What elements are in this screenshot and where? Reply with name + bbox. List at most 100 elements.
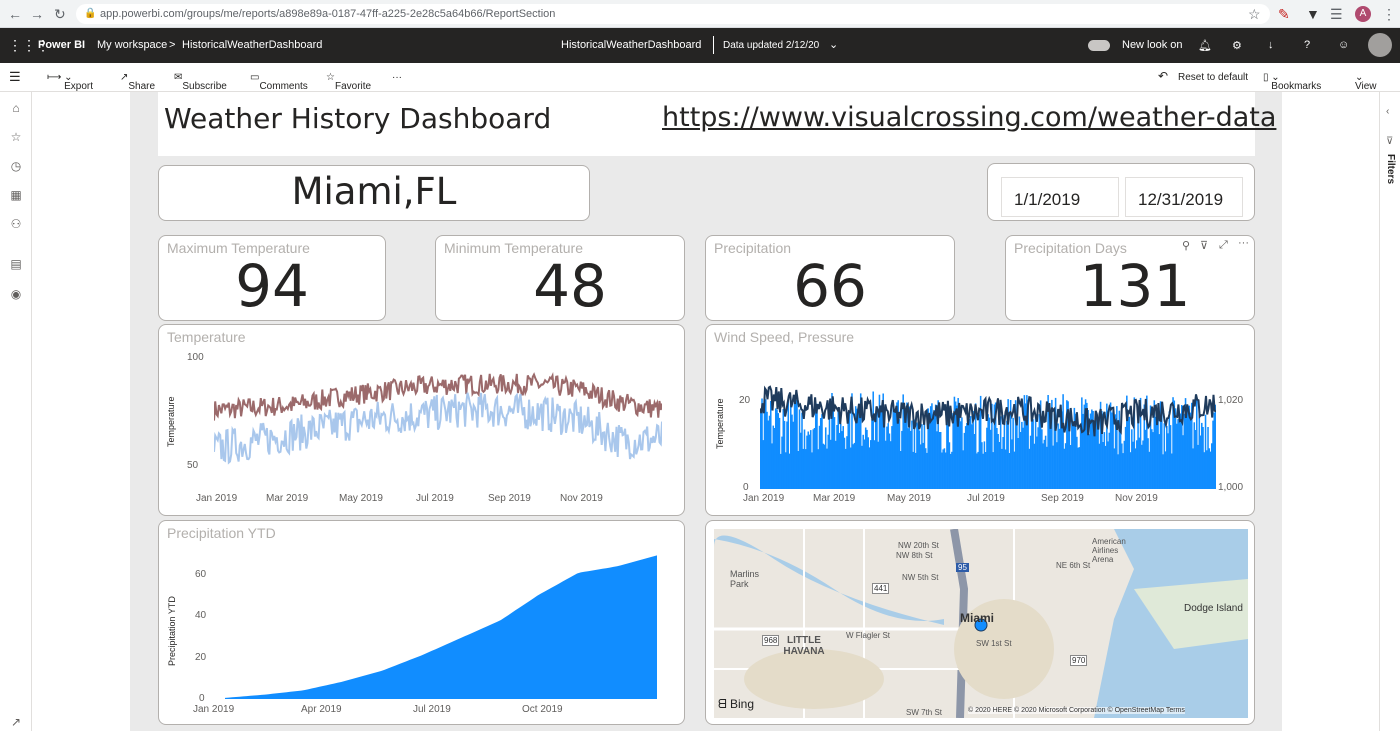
min-temp-line[interactable] xyxy=(214,392,662,465)
breadcrumb-separator: > xyxy=(169,39,176,51)
kpi-card-precipitation[interactable]: Precipitation 66 xyxy=(705,235,955,321)
map-visual[interactable]: Miami LITTLE HAVANA Marlins Park Dodge I… xyxy=(705,520,1255,725)
x-tick: May 2019 xyxy=(339,493,383,504)
download-icon[interactable]: ↓ xyxy=(1268,39,1274,51)
filters-pane[interactable]: ‹ ⊽ Filters xyxy=(1379,92,1400,731)
x-tick: Sep 2019 xyxy=(1041,493,1084,504)
comments-button[interactable]: ▭ Comments xyxy=(250,72,308,92)
view-button[interactable]: View ⌄ xyxy=(1355,72,1377,92)
start-date-input[interactable]: 1/1/2019 xyxy=(1001,177,1119,217)
extension-icon[interactable]: ✎ xyxy=(1278,6,1290,22)
extension-icon[interactable]: ▼ xyxy=(1306,6,1320,22)
export-button[interactable]: ⟼ Export ⌄ xyxy=(47,72,93,92)
home-icon[interactable]: ⌂ xyxy=(8,100,24,116)
x-tick: Jan 2019 xyxy=(743,493,785,504)
filter-icon[interactable]: ⊽ xyxy=(1200,239,1208,252)
kpi-card-min-temp[interactable]: Minimum Temperature 48 xyxy=(435,235,685,321)
y-tick: 50 xyxy=(187,460,199,471)
address-text: app.powerbi.com/groups/me/reports/a898e8… xyxy=(100,8,556,20)
more-options-icon[interactable]: ··· xyxy=(1238,237,1249,249)
y-tick: 0 xyxy=(743,482,749,493)
profile-avatar[interactable]: A xyxy=(1355,6,1371,22)
apps-icon[interactable]: ▦ xyxy=(8,187,24,203)
precipitation-ytd-chart[interactable]: Precipitation YTD Precipitation YTD 60 4… xyxy=(158,520,685,725)
pin-icon[interactable]: ⚲ xyxy=(1182,239,1190,252)
new-look-toggle[interactable] xyxy=(1088,40,1110,51)
focus-mode-icon[interactable]: ⤢ xyxy=(1219,239,1228,252)
back-icon[interactable]: ← xyxy=(8,6,22,22)
road-shield: 441 xyxy=(872,583,890,594)
help-icon[interactable]: ? xyxy=(1304,39,1310,51)
address-bar[interactable]: 🔒 app.powerbi.com/groups/me/reports/a898… xyxy=(76,4,1270,24)
filter-icon: ⊽ xyxy=(1386,136,1394,147)
recent-icon[interactable]: ◷ xyxy=(8,158,24,174)
share-button[interactable]: ↗ Share xyxy=(120,72,155,92)
bookmarks-button[interactable]: ▯ Bookmarks ⌄ xyxy=(1263,72,1321,92)
favorite-button[interactable]: ☆ Favorite xyxy=(326,72,371,92)
title-banner: Weather History Dashboard https://www.vi… xyxy=(158,92,1276,156)
map-copyright: © 2020 HERE © 2020 Microsoft Corporation… xyxy=(968,707,1185,714)
expand-icon[interactable]: ↗ xyxy=(8,714,24,730)
bell-icon[interactable]: 🔔︎ xyxy=(1198,39,1212,52)
subscribe-button[interactable]: ✉ Subscribe xyxy=(174,72,227,92)
y-tick: 20 xyxy=(739,395,751,406)
feedback-icon[interactable]: ☺ xyxy=(1338,39,1349,51)
chart-title: Precipitation YTD xyxy=(167,525,276,541)
x-tick: Nov 2019 xyxy=(560,493,603,504)
kpi-card-max-temp[interactable]: Maximum Temperature 94 xyxy=(158,235,386,321)
extension-icon[interactable]: ☰ xyxy=(1330,6,1343,22)
user-avatar[interactable] xyxy=(1368,33,1392,57)
end-date-input[interactable]: 12/31/2019 xyxy=(1125,177,1243,217)
new-look-label: New look on xyxy=(1122,39,1183,51)
x-tick: Jul 2019 xyxy=(413,704,451,715)
forward-icon[interactable]: → xyxy=(30,6,44,22)
x-tick: Sep 2019 xyxy=(488,493,531,504)
my-workspace-icon[interactable]: ◉ xyxy=(8,286,24,302)
breadcrumb-report[interactable]: HistoricalWeatherDashboard xyxy=(182,39,322,51)
date-slicer: 1/1/2019 12/31/2019 xyxy=(987,163,1255,221)
reload-icon[interactable]: ↻ xyxy=(54,6,66,22)
chart-title: Temperature xyxy=(167,329,246,345)
reset-button[interactable]: Reset to default xyxy=(1178,72,1248,83)
data-updated[interactable]: Data updated 2/12/20 xyxy=(723,40,819,51)
x-tick: Jan 2019 xyxy=(193,704,235,715)
map-label-street: SW 1st St xyxy=(976,639,1012,648)
more-options-button[interactable]: ··· xyxy=(392,72,402,83)
temperature-plot xyxy=(214,371,662,465)
y2-tick: 1,000 xyxy=(1218,482,1244,493)
filters-label[interactable]: Filters xyxy=(1385,154,1396,184)
map-label-marlins-park: Marlins Park xyxy=(730,569,760,589)
wind-pressure-plot xyxy=(760,385,1216,489)
y-axis-label: Temperature xyxy=(715,398,725,449)
favorites-icon[interactable]: ☆ xyxy=(8,129,24,145)
app-name[interactable]: Power BI xyxy=(38,39,85,51)
kpi-card-precip-days[interactable]: Precipitation Days ⚲ ⊽ ⤢ ··· 131 xyxy=(1005,235,1255,321)
map-label-dodge-island: Dodge Island xyxy=(1184,603,1243,614)
breadcrumb-workspace[interactable]: My workspace xyxy=(97,39,167,51)
gear-icon[interactable]: ⚙ xyxy=(1232,39,1242,52)
x-tick: Oct 2019 xyxy=(522,704,563,715)
reset-icon[interactable]: ↶ xyxy=(1158,69,1168,83)
map-label-miami: Miami xyxy=(960,611,995,625)
map-label-little-havana: LITTLE HAVANA xyxy=(783,635,825,657)
shared-icon[interactable]: ⚇ xyxy=(8,216,24,232)
chart-title: Wind Speed, Pressure xyxy=(714,329,855,345)
collapse-arrow-icon[interactable]: ‹ xyxy=(1386,106,1389,117)
precipitation-plot xyxy=(225,555,657,699)
chevron-down-icon[interactable]: ⌄ xyxy=(829,38,838,51)
map-label-street: NW 20th St xyxy=(898,541,939,550)
wind-pressure-chart[interactable]: Wind Speed, Pressure Temperature 20 0 1,… xyxy=(705,324,1255,516)
wind-speed-bar[interactable] xyxy=(1214,404,1216,489)
precipitation-area[interactable] xyxy=(225,555,657,699)
map-label-street: W Flagler St xyxy=(846,631,891,640)
hamburger-icon[interactable]: ☰ xyxy=(9,69,21,85)
map-label-street: NE 6th St xyxy=(1056,561,1091,570)
road-shield: 970 xyxy=(1070,655,1088,666)
star-icon[interactable]: ☆ xyxy=(1248,6,1261,22)
y-axis-label: Precipitation YTD xyxy=(167,596,177,666)
interstate-shield: 95 xyxy=(956,563,969,572)
workspaces-icon[interactable]: ▤ xyxy=(8,256,24,272)
temperature-chart[interactable]: Temperature Temperature 100 50 Jan 2019 … xyxy=(158,324,685,516)
data-source-link[interactable]: https://www.visualcrossing.com/weather-d… xyxy=(662,102,1276,133)
kebab-menu-icon[interactable]: ⋮ xyxy=(1382,6,1396,22)
